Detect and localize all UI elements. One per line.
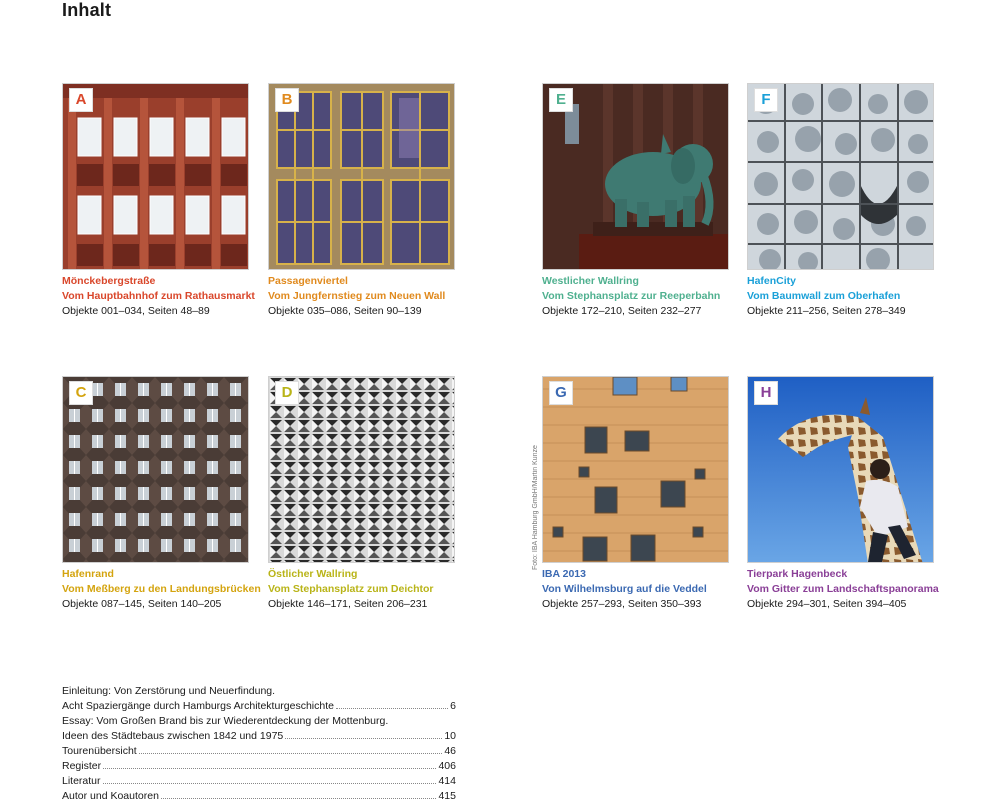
tour-letter-f: F [754, 88, 778, 112]
toc-leader-dots [102, 783, 437, 784]
tour-route-h: Vom Gitter zum Landschaftspanorama [747, 583, 939, 595]
toc-entry[interactable]: Ideen des Städtebaus zwischen 1842 und 1… [62, 729, 456, 744]
tour-photo-d: D [268, 376, 455, 563]
toc-leader-dots [160, 798, 437, 799]
toc-entry-title: Register [62, 760, 102, 772]
tour-photo-f: F [747, 83, 934, 270]
toc-entry[interactable]: Literatur 414 [62, 774, 456, 789]
tour-route-d: Vom Stephansplatz zum Deichtor [268, 583, 434, 595]
tour-photo-h: H [747, 376, 934, 563]
tour-meta-h: Objekte 294–301, Seiten 394–405 [747, 598, 907, 610]
tour-meta-f: Objekte 211–256, Seiten 278–349 [747, 305, 906, 317]
tour-letter-g: G [549, 381, 573, 405]
tour-letter-c: C [69, 381, 93, 405]
toc-entry[interactable]: Einleitung: Von Zerstörung und Neuerfind… [62, 684, 456, 699]
tour-tile-h[interactable]: H Tierpark Hagenbeck Vom Gitter zum Land… [747, 376, 939, 612]
toc-entry[interactable]: Autor und Koautoren 415 [62, 789, 456, 804]
tour-meta-c: Objekte 087–145, Seiten 140–205 [62, 598, 222, 610]
tour-route-f: Vom Baumwall zum Oberhafen [747, 290, 901, 302]
tour-route-b: Vom Jungfernstieg zum Neuen Wall [268, 290, 446, 302]
toc-entry-title: Tourenübersicht [62, 745, 137, 757]
tour-letter-h: H [754, 381, 778, 405]
tour-photo-c: C [62, 376, 249, 563]
toc-entry[interactable]: Acht Spaziergänge durch Hamburgs Archite… [62, 699, 456, 714]
tour-tile-d[interactable]: D Östlicher Wallring Vom Stephansplatz z… [268, 376, 455, 612]
tour-route-g: Von Wilhelmsburg auf die Veddel [542, 583, 707, 595]
toc-entry-title: Essay: Vom Großen Brand bis zur Wiederen… [62, 715, 389, 727]
tour-tile-c[interactable]: C Hafenrand Vom Meßberg zu den Landungsb… [62, 376, 261, 612]
tour-tile-e[interactable]: E Westlicher Wallring Vom Stephansplatz … [542, 83, 729, 319]
tour-letter-b: B [275, 88, 299, 112]
toc-entry-title: Literatur [62, 775, 101, 787]
tour-area-c: Hafenrand [62, 568, 114, 580]
tour-meta-b: Objekte 035–086, Seiten 90–139 [268, 305, 422, 317]
tour-meta-e: Objekte 172–210, Seiten 232–277 [542, 305, 702, 317]
tour-area-h: Tierpark Hagenbeck [747, 568, 848, 580]
tour-photo-b: B [268, 83, 455, 270]
tour-tile-f[interactable]: F HafenCity Vom Baumwall zum Oberhafen O… [747, 83, 934, 319]
table-of-contents: Einleitung: Von Zerstörung und Neuerfind… [62, 684, 456, 804]
tour-tile-a[interactable]: A Mönckebergstraße Vom Hauptbahnhof zum … [62, 83, 255, 319]
tour-area-f: HafenCity [747, 275, 797, 287]
toc-entry[interactable]: Register 406 [62, 759, 456, 774]
tour-meta-g: Objekte 257–293, Seiten 350–393 [542, 598, 702, 610]
tour-route-a: Vom Hauptbahnhof zum Rathausmarkt [62, 290, 255, 302]
tour-area-d: Östlicher Wallring [268, 568, 358, 580]
tour-area-e: Westlicher Wallring [542, 275, 639, 287]
tour-letter-d: D [275, 381, 299, 405]
tour-route-e: Vom Stephansplatz zur Reeperbahn [542, 290, 721, 302]
page-title: Inhalt [62, 0, 112, 20]
tour-meta-a: Objekte 001–034, Seiten 48–89 [62, 305, 210, 317]
toc-entry[interactable]: Essay: Vom Großen Brand bis zur Wiederen… [62, 714, 456, 729]
tour-area-b: Passagenviertel [268, 275, 348, 287]
toc-entry-page: 46 [444, 745, 456, 757]
toc-entry-title: Einleitung: Von Zerstörung und Neuerfind… [62, 685, 276, 697]
toc-entry-title: Ideen des Städtebaus zwischen 1842 und 1… [62, 730, 284, 742]
tour-tile-g[interactable]: G IBA 2013 Von Wilhelmsburg auf die Vedd… [542, 376, 729, 612]
toc-entry-title: Acht Spaziergänge durch Hamburgs Archite… [62, 700, 334, 712]
toc-entry[interactable]: Tourenübersicht 46 [62, 744, 456, 759]
toc-leader-dots [285, 738, 443, 739]
toc-entry-page: 406 [438, 760, 456, 772]
toc-entry-title: Autor und Koautoren [62, 790, 159, 802]
tour-letter-a: A [69, 88, 93, 112]
toc-entry-page: 6 [450, 700, 456, 712]
toc-entry-page: 415 [438, 790, 456, 802]
tour-meta-d: Objekte 146–171, Seiten 206–231 [268, 598, 428, 610]
tour-tile-b[interactable]: B Passagenviertel Vom Jungfernstieg zum … [268, 83, 455, 319]
toc-entry-page: 414 [438, 775, 456, 787]
tour-area-g: IBA 2013 [542, 568, 586, 580]
tour-photo-g: G [542, 376, 729, 563]
tour-route-c: Vom Meßberg zu den Landungsbrücken [62, 583, 261, 595]
tour-area-a: Mönckebergstraße [62, 275, 156, 287]
toc-leader-dots [103, 768, 437, 769]
tour-letter-e: E [549, 88, 573, 112]
toc-leader-dots [138, 753, 443, 754]
tour-photo-a: A [62, 83, 249, 270]
tour-photo-e: E [542, 83, 729, 270]
toc-entry-page: 10 [444, 730, 456, 742]
toc-leader-dots [335, 708, 449, 709]
